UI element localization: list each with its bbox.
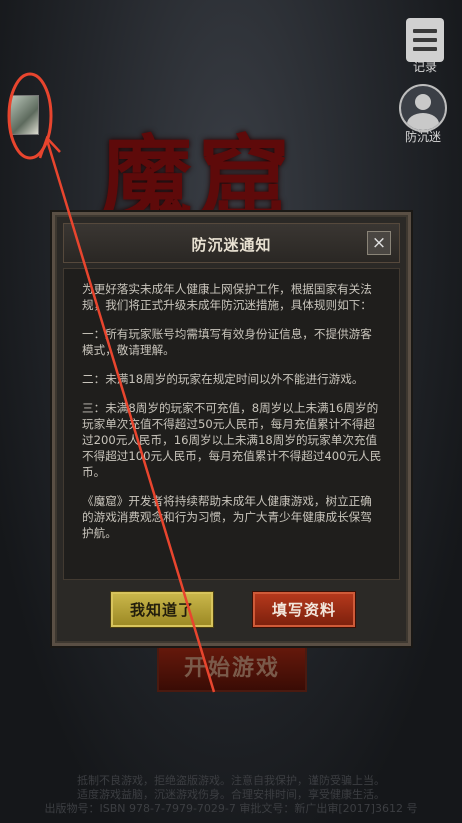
annotation-overlay (7, 72, 216, 693)
annotation-arrow-line (45, 139, 216, 693)
